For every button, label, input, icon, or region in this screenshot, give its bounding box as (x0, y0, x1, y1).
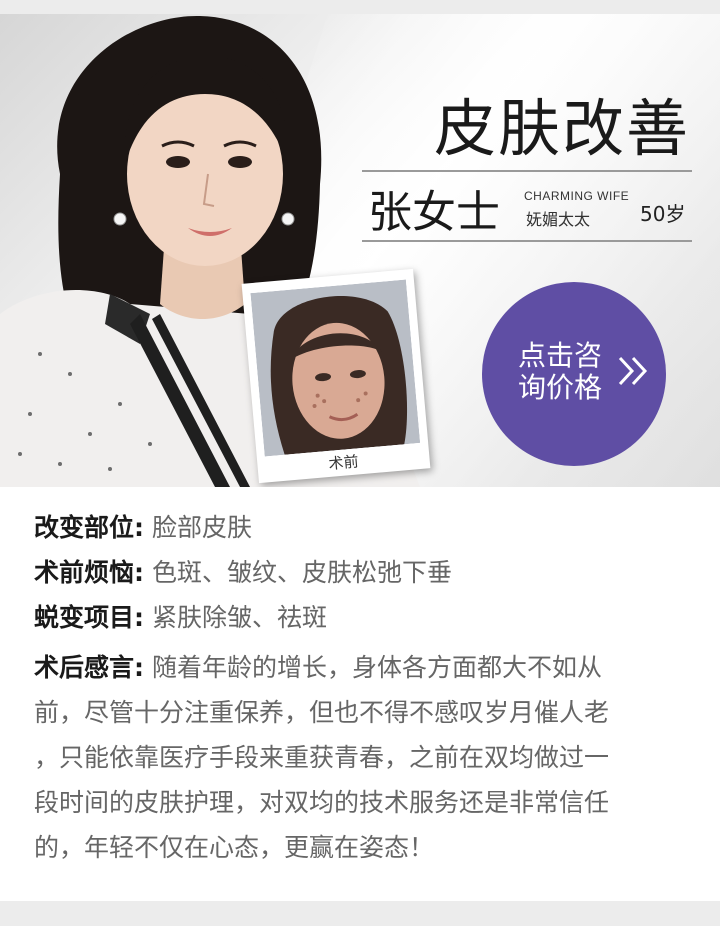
detail-concern-value: 色斑、皱纹、皮肤松弛下垂 (151, 558, 452, 587)
detail-project-value: 紧肤除皱、祛斑 (151, 603, 327, 632)
consult-price-button[interactable]: 点击咨 询价格 (482, 282, 666, 466)
detail-concern-row: 术前烦恼: 色斑、皱纹、皮肤松弛下垂 (34, 550, 452, 596)
detail-area-label: 改变部位: (34, 513, 144, 542)
detail-project-row: 蜕变项目: 紧肤除皱、祛斑 (34, 595, 327, 641)
review-paragraph: 术后感言: 随着年龄的增长，身体各方面都大不如从 前，尽管十分注重保养，但也不得… (34, 645, 690, 870)
double-chevron-right-icon (618, 356, 648, 386)
divider-top (362, 170, 692, 172)
divider-bottom (362, 240, 692, 242)
review-line: 段时间的皮肤护理，对双均的技术服务还是非常信任 (34, 788, 610, 817)
promo-card: 皮肤改善 张女士 CHARMING WIFE 妩媚太太 50岁 术前 点击咨 询… (0, 0, 720, 926)
consult-label-line1: 点击咨 (518, 339, 603, 372)
consult-label-line2: 询价格 (518, 371, 603, 404)
customer-name: 张女士 (368, 187, 500, 238)
detail-area-row: 改变部位: 脸部皮肤 (34, 505, 252, 551)
before-photo (250, 279, 421, 457)
tagline-english: CHARMING WIFE (524, 189, 630, 203)
tagline-chinese: 妩媚太太 (526, 210, 591, 229)
review-line: ，只能依靠医疗手段来重获青春，之前在双均做过一 (34, 743, 610, 772)
customer-age: 50岁 (640, 202, 686, 226)
hero-banner: 皮肤改善 张女士 CHARMING WIFE 妩媚太太 50岁 术前 点击咨 询… (0, 14, 720, 487)
consult-button-label: 点击咨 询价格 (518, 340, 618, 404)
review-line: 的，年轻不仅在心态，更赢在姿态！ (34, 833, 435, 862)
before-photo-card: 术前 (241, 268, 431, 484)
detail-concern-label: 术前烦恼: (34, 558, 144, 587)
review-label: 术后感言: (34, 653, 144, 682)
detail-project-label: 蜕变项目: (34, 603, 144, 632)
case-details: 改变部位: 脸部皮肤 术前烦恼: 色斑、皱纹、皮肤松弛下垂 蜕变项目: 紧肤除皱… (0, 487, 720, 901)
review-line: 术后感言: 随着年龄的增长，身体各方面都大不如从 (34, 645, 690, 690)
detail-area-value: 脸部皮肤 (151, 513, 252, 542)
review-text: 随着年龄的增长，身体各方面都大不如从 (151, 653, 602, 682)
page-title: 皮肤改善 (433, 92, 690, 165)
review-line: 前，尽管十分注重保养，但也不得不感叹岁月催人老 (34, 698, 610, 727)
